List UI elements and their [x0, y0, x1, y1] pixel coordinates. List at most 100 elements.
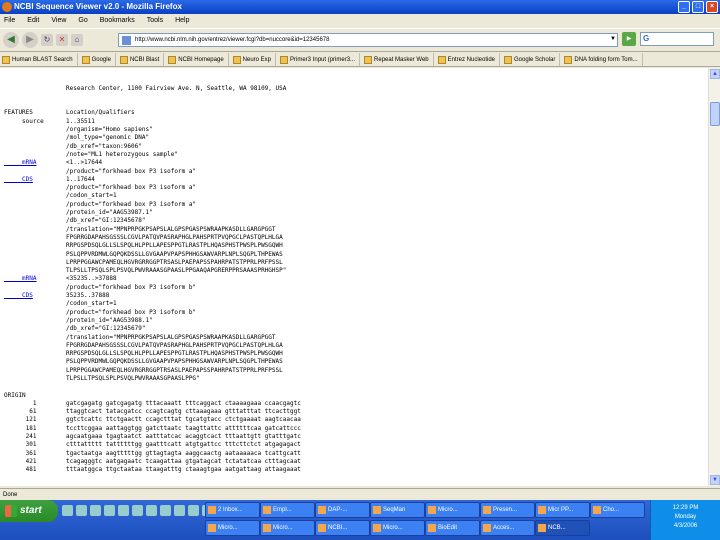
menu-go[interactable]: Go: [78, 14, 87, 28]
taskbar-button[interactable]: Micro...: [260, 520, 315, 536]
feature-key-link[interactable]: mRNA: [4, 159, 66, 167]
feature-value: TLPSLLTPSQLSPLPSVQLPWVRAAASGPAASLPPG": [66, 374, 200, 382]
bookmark-icon: [119, 55, 128, 64]
quick-launch-icon[interactable]: [174, 505, 185, 516]
feature-value: /product="forkhead box P3 isoform a": [66, 167, 197, 175]
taskbar-button-label: NCBI...: [328, 525, 348, 531]
quick-launch-icon[interactable]: [132, 505, 143, 516]
show-desktop-icon[interactable]: [62, 505, 73, 516]
menu-tools[interactable]: Tools: [147, 14, 163, 28]
quick-launch-icon[interactable]: [76, 505, 87, 516]
feature-value: PSLQPPVRDMWLGQPQKDSSLLGVGAAPVPAPSPHHGSAW…: [66, 358, 283, 366]
search-input[interactable]: G: [640, 32, 714, 46]
menu-file[interactable]: File: [4, 14, 15, 28]
close-button[interactable]: ×: [706, 1, 718, 13]
feature-value: /db_xref="taxon:9606": [66, 142, 142, 150]
feature-value: gatcgagatg gatcgagatg tttacaaatt tttcagg…: [66, 399, 301, 407]
title-bar[interactable]: NCBI Sequence Viewer v2.0 - Mozilla Fire…: [0, 0, 720, 14]
feature-value: tttaatggca ttgctaataa ttaagatttg ctaaagt…: [66, 466, 301, 474]
quick-launch-icon[interactable]: [160, 505, 171, 516]
taskbar-button[interactable]: Empl...: [260, 502, 315, 518]
feature-key: 301: [4, 441, 37, 449]
taskbar-button[interactable]: BioEdit: [425, 520, 480, 536]
task-buttons: 2 Inbox... Empl... DAP-... SeqMan Micro... Pr…: [205, 502, 645, 540]
home-icon[interactable]: ⌂: [71, 34, 83, 46]
record-line: 481 tttaatggca ttgctaataa ttaagatttg ctaa…: [4, 466, 708, 474]
bookmark-item[interactable]: NCBI Blast: [119, 53, 165, 66]
record-line: /protein_id="AAG53987.1": [4, 209, 708, 217]
taskbar-button[interactable]: Acces...: [480, 520, 535, 536]
taskbar-button-label: Micro...: [438, 507, 458, 513]
feature-value: 1..17644: [66, 175, 95, 183]
menu-bookmarks[interactable]: Bookmarks: [100, 14, 135, 28]
record-line: 361 tgactaatga aagtttttgg gttagtagta aagg…: [4, 450, 708, 458]
taskbar-button[interactable]: DAP-...: [315, 502, 370, 518]
scroll-down-icon[interactable]: ▼: [710, 475, 720, 485]
feature-key-link[interactable]: CDS: [4, 176, 66, 184]
forward-arrow-icon[interactable]: ▶: [22, 32, 38, 48]
record-line: /product="forkhead box P3 isoform a": [4, 201, 708, 209]
scroll-thumb[interactable]: [710, 102, 720, 126]
maximize-button[interactable]: □: [692, 1, 704, 13]
bookmark-item[interactable]: Google: [81, 53, 116, 66]
feature-value: /mol_type="genomic DNA": [66, 134, 150, 142]
quick-launch-icon[interactable]: [90, 505, 101, 516]
bookmark-item[interactable]: Human BLAST Search: [2, 53, 78, 66]
address-bar[interactable]: http://www.ncbi.nlm.nih.gov/entrez/viewe…: [118, 33, 618, 47]
record-line: 121 ggtctcattc ttctgaactt ccagctttat tgca…: [4, 416, 708, 424]
menu-edit[interactable]: Edit: [27, 14, 39, 28]
chevron-down-icon[interactable]: ▼: [610, 36, 616, 42]
feature-key-link[interactable]: mRNA: [4, 275, 66, 283]
menu-help[interactable]: Help: [175, 14, 189, 28]
feature-value: agcaatgaaa tgagtaatct aatttatcac acaggtc…: [66, 433, 301, 441]
vertical-scrollbar[interactable]: ▲ ▼: [708, 68, 720, 486]
record-line: RRPGSPDSQLGLLSLSPQLHLPPLLAPESPPGTLRASTPL…: [4, 350, 708, 358]
record-line: source 1..35511: [4, 118, 708, 126]
quick-launch-icon[interactable]: [146, 505, 157, 516]
quick-launch-icon[interactable]: [118, 505, 129, 516]
clock-time[interactable]: 12:29 PM: [651, 504, 720, 513]
feature-key: 481: [4, 466, 37, 474]
back-arrow-icon[interactable]: ◀: [3, 32, 19, 48]
taskbar-button[interactable]: Cho...: [590, 502, 645, 518]
app-icon: [263, 524, 271, 532]
taskbar-button[interactable]: SeqMan: [370, 502, 425, 518]
reload-icon[interactable]: ↻: [41, 34, 53, 46]
bookmark-item[interactable]: Neuro Exp: [232, 53, 277, 66]
feature-value: /db_xref="GI:12345679": [66, 325, 146, 333]
feature-key-link[interactable]: CDS: [4, 292, 66, 300]
go-button[interactable]: ▶: [622, 32, 636, 46]
feature-value: ggtctcattc ttctgaactt ccagctttat tgcatgt…: [66, 416, 301, 424]
taskbar-button[interactable]: Micr PP...: [535, 502, 590, 518]
taskbar-button-label: Empl...: [273, 507, 292, 513]
taskbar-button[interactable]: NCB...: [535, 520, 590, 536]
minimize-button[interactable]: _: [678, 1, 690, 13]
scroll-up-icon[interactable]: ▲: [710, 69, 720, 79]
feature-value: /product="forkhead box P3 isoform a": [66, 184, 197, 192]
taskbar-button-label: Micro...: [218, 525, 238, 531]
taskbar-button[interactable]: Micro...: [425, 502, 480, 518]
quick-launch-icon[interactable]: [188, 505, 199, 516]
record-line: /product="forkhead box P3 isoform b": [4, 284, 708, 292]
stop-icon[interactable]: ✕: [56, 34, 68, 46]
menu-view[interactable]: View: [51, 14, 66, 28]
bookmark-item[interactable]: Google Scholar: [504, 53, 561, 66]
taskbar-button[interactable]: Presen...: [480, 502, 535, 518]
bookmark-item[interactable]: Entrez Nucleotide: [437, 53, 500, 66]
start-button[interactable]: start: [0, 500, 58, 522]
taskbar-button[interactable]: 2 Inbox...: [205, 502, 260, 518]
bookmark-item[interactable]: Primer3 Input (primer3...: [280, 53, 361, 66]
quick-launch: [62, 505, 213, 516]
app-icon: [318, 506, 326, 514]
feature-value: TLPSLLTPSQLSPLPSVQLPWVRAAASGPAASLPPGAAQA…: [66, 267, 287, 275]
taskbar-button[interactable]: Micro...: [370, 520, 425, 536]
taskbar-button[interactable]: Micro...: [205, 520, 260, 536]
feature-value: <1..>17644: [66, 159, 103, 167]
bookmark-item[interactable]: Repeat Masker Web: [364, 53, 434, 66]
bookmark-item[interactable]: DNA folding form Tom...: [564, 53, 643, 66]
taskbar-button[interactable]: NCBI...: [315, 520, 370, 536]
quick-launch-icon[interactable]: [104, 505, 115, 516]
status-bar: Done: [0, 488, 720, 500]
bookmark-item[interactable]: NCBI Homepage: [168, 53, 229, 66]
record-line: CDS 1..17644: [4, 176, 708, 184]
